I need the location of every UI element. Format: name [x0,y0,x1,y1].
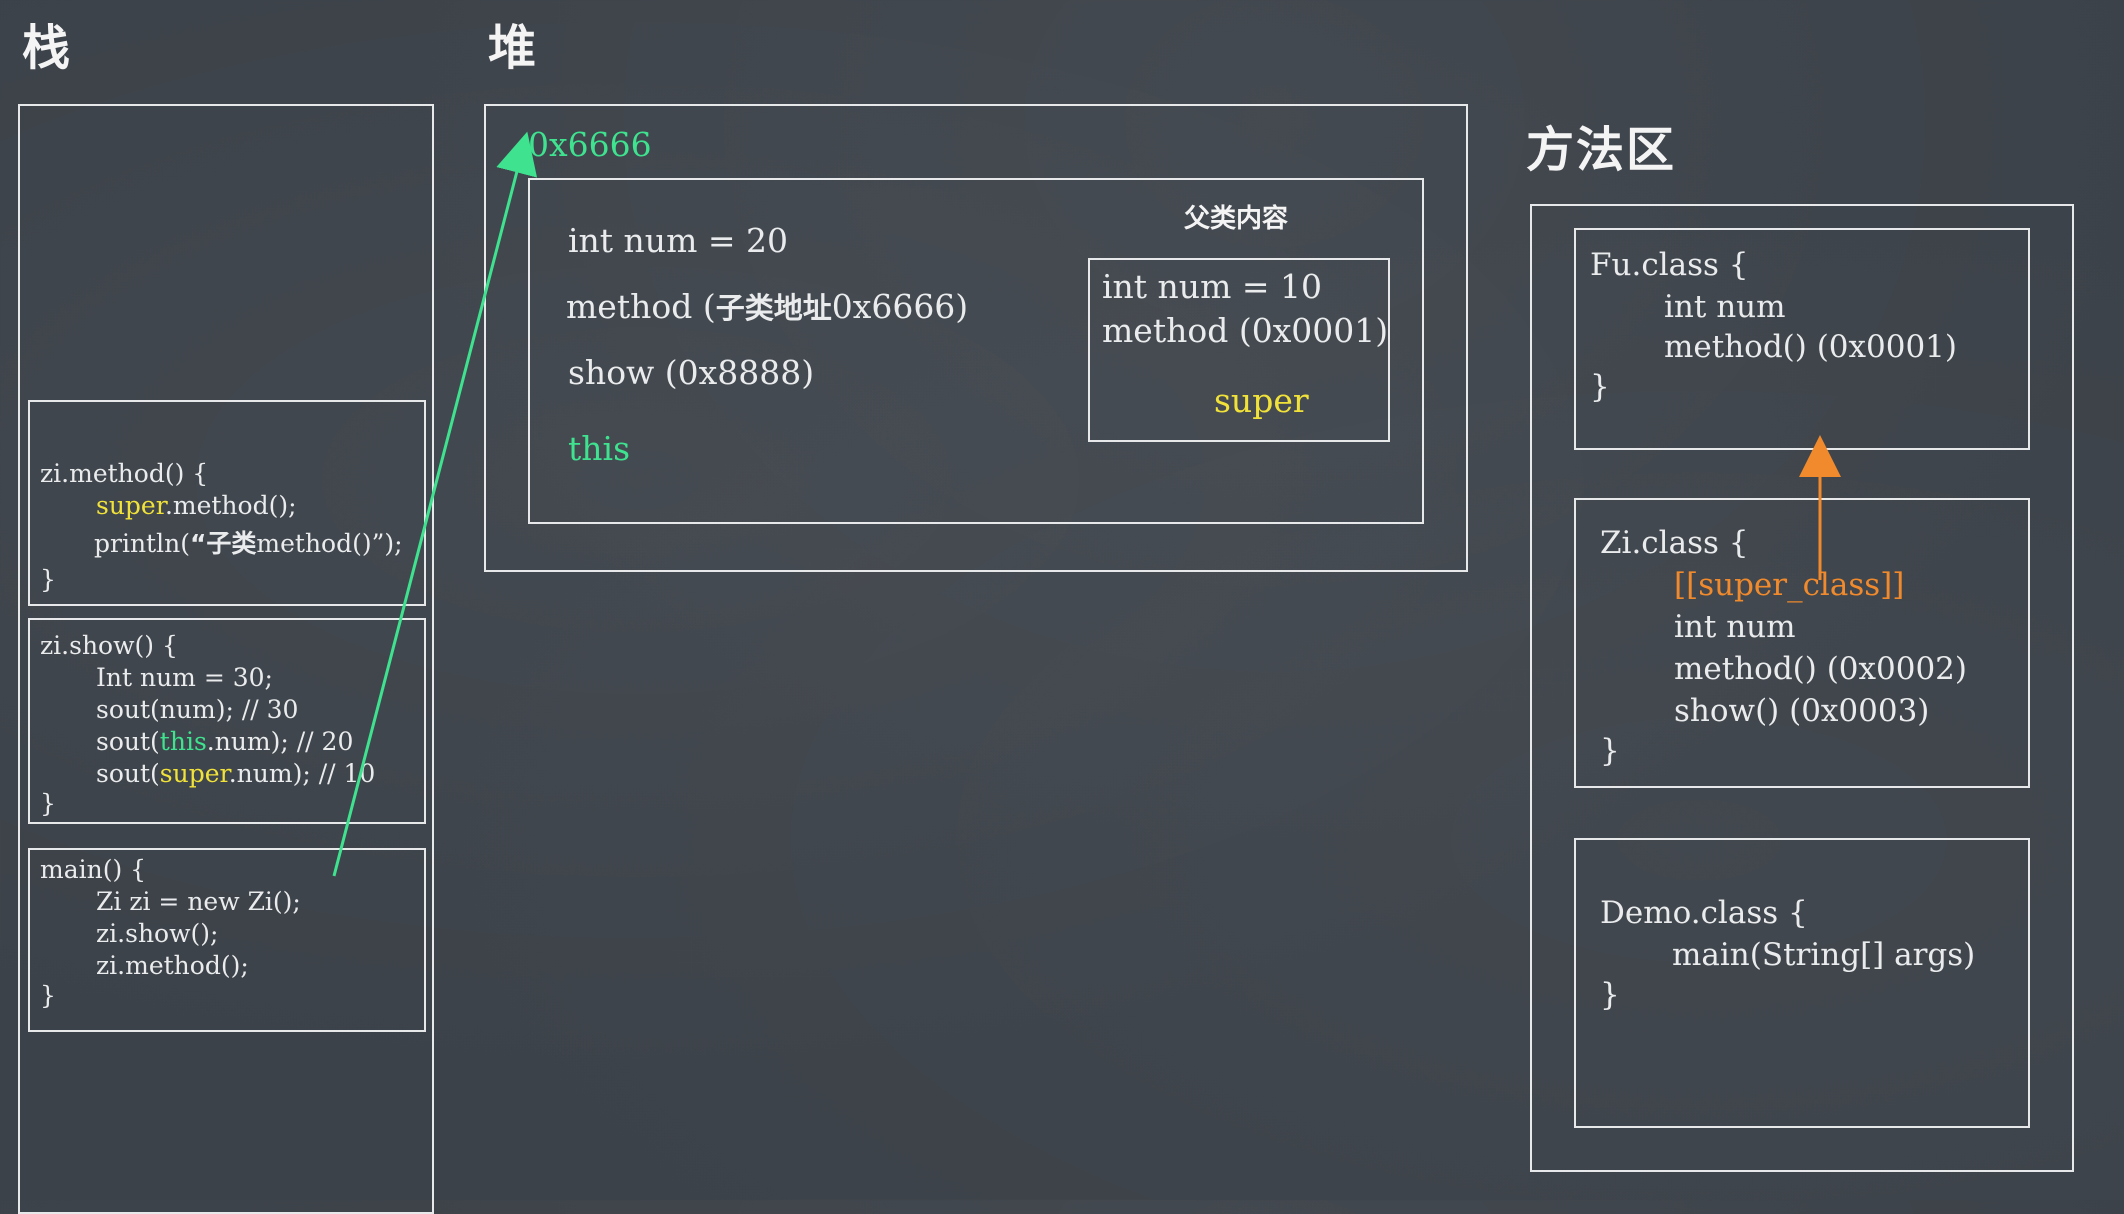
heap-field-show: show (0x8888) [568,353,815,392]
frame-show-line5-rest: .num); // 10 [228,759,376,788]
zi-class-super-pointer: [[super_class]] [1674,567,1905,603]
demo-class-line3: } [1600,977,1620,1013]
println-string-rest: method()”); [256,529,403,558]
heap-field-num: int num = 20 [568,221,788,260]
frame-method-line1: zi.method() { [40,459,209,488]
method-area-heading: 方法区 [1526,122,1677,178]
fu-class-line3: method() (0x0001) [1664,329,1958,365]
fu-class-line4: } [1590,369,1610,405]
super-keyword: super [96,491,165,520]
parent-field-num: int num = 10 [1102,267,1322,306]
frame-main-line4: zi.method(); [96,951,249,980]
zi-class-line3: int num [1674,609,1796,645]
demo-class-line1: Demo.class { [1600,895,1808,931]
frame-main-line1: main() { [40,855,147,884]
zi-class-line5: show() (0x0003) [1674,693,1930,729]
frame-show-line6: } [40,789,56,818]
heap-object-address: 0x6666 [528,125,652,164]
parent-content-title: 父类内容 [1184,204,1289,234]
this-label: this [568,429,631,468]
zi-class-line1: Zi.class { [1600,525,1749,561]
parent-field-method: method (0x0001) [1102,311,1389,350]
frame-method-line4: } [40,565,56,594]
sout-call: sout( [96,759,160,788]
demo-class-box [1574,838,2030,1128]
frame-show-line3: sout(num); // 30 [96,695,299,724]
heap-heading: 堆 [488,20,539,76]
println-call: println( [94,529,190,558]
frame-main-line5: } [40,981,56,1010]
super-keyword: super [159,759,229,788]
demo-class-line2: main(String[] args) [1672,937,1976,973]
frame-show-line1: zi.show() { [40,631,178,660]
frame-main-line2: Zi zi = new Zi(); [96,887,301,916]
method-address: 0x6666) [831,287,969,326]
zi-class-line6: } [1600,733,1620,769]
frame-method-line2-rest: .method(); [164,491,297,520]
super-label: super [1214,381,1309,420]
fu-class-line2: int num [1664,289,1786,325]
frame-show-line5: sout(super.num); // 10 [96,758,375,790]
frame-show-line2: Int num = 30; [96,663,273,692]
frame-show-line4: sout(this.num); // 20 [96,726,353,758]
subclass-address-cn: 子类地址 [715,291,832,325]
zi-class-line4: method() (0x0002) [1674,651,1968,687]
stack-heading: 栈 [22,20,73,76]
this-keyword: this [159,727,207,756]
frame-main-line3: zi.show(); [96,919,219,948]
heap-field-method: method (子类地址0x6666) [566,286,968,329]
frame-show-line4-rest: .num); // 20 [206,727,354,756]
println-string-cn: “子类 [189,529,257,558]
fu-class-line1: Fu.class { [1590,247,1749,283]
method-label: method ( [566,287,716,326]
frame-method-line3: println(“子类method()”); [94,528,403,560]
sout-call: sout( [96,727,160,756]
frame-method-line2: super.method(); [96,490,297,522]
